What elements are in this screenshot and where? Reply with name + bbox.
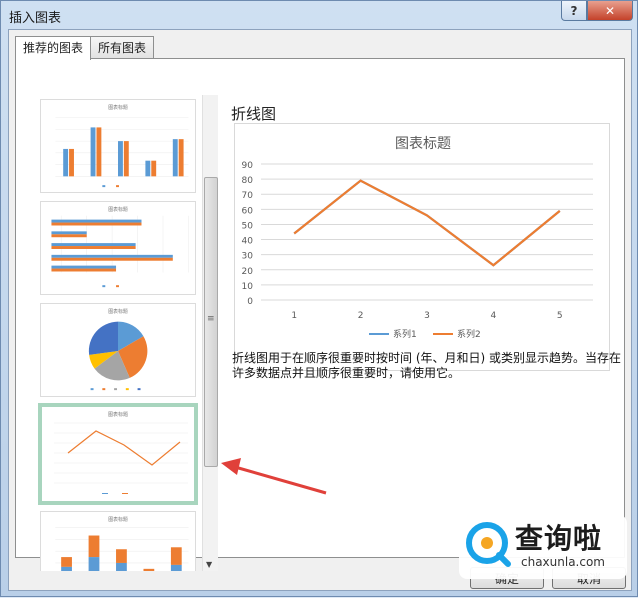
watermark-url-text: chaxunla.com	[521, 555, 605, 569]
watermark-logo: 查询啦 chaxunla.com	[459, 515, 627, 579]
magnifier-logo-icon	[466, 522, 511, 567]
insert-chart-dialog: 插入图表 ? ✕ 推荐的图表 所有图表 图表标题 图表标题 图表标题 图表标题 …	[0, 0, 638, 597]
watermark-chinese-text: 查询啦	[515, 522, 603, 555]
annotation-arrow	[221, 458, 327, 495]
tab-recommended-charts[interactable]: 推荐的图表	[15, 36, 92, 60]
